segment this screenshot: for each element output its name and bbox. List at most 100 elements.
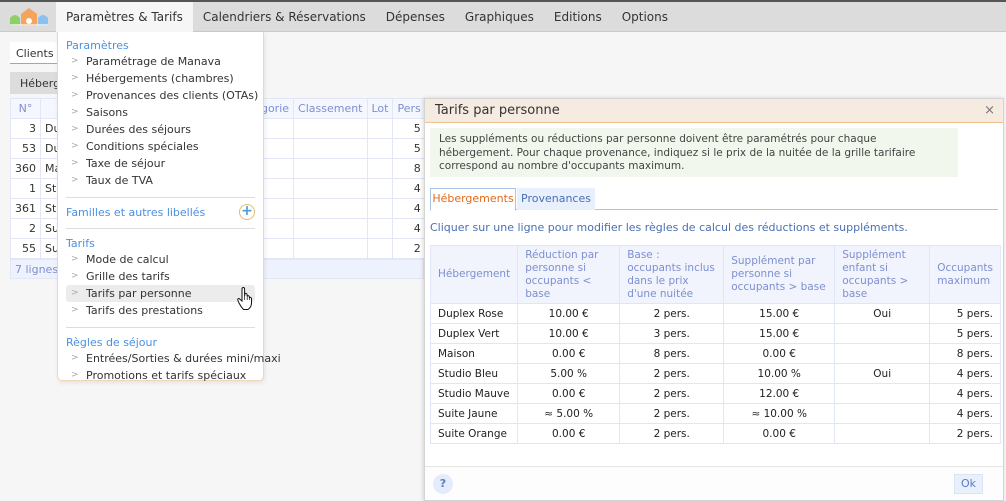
menu-options[interactable]: Options: [612, 2, 678, 32]
cell-base: 8 pers.: [619, 343, 725, 364]
menu-item-tarifs-prestations[interactable]: > Tarifs des prestations: [66, 302, 255, 319]
cell-reduction: ≈ 5.00 %: [517, 403, 621, 424]
cell-base: 2 pers.: [619, 383, 725, 404]
menu-editions[interactable]: Editions: [544, 2, 612, 32]
info-message: Les suppléments ou réductions par person…: [430, 128, 958, 177]
dialog-tabs: Hébergements Provenances: [430, 188, 998, 211]
add-plus-icon[interactable]: +: [239, 204, 255, 220]
cell-base: 2 pers.: [619, 303, 725, 324]
menu-depenses[interactable]: Dépenses: [376, 2, 455, 32]
cell-reduction: 0.00 €: [517, 423, 621, 444]
section-familles[interactable]: Familles et autres libellés: [66, 205, 255, 220]
menu-item-provenances[interactable]: > Provenances des clients (OTAs): [66, 87, 258, 104]
cell-hebergement: Suite Orange: [429, 423, 519, 444]
chevron-right-icon: >: [71, 175, 79, 185]
tab-hebergements[interactable]: Hébergements: [430, 188, 516, 211]
menu-item-saisons[interactable]: > Saisons: [66, 104, 255, 121]
menu-item-taxe-sejour[interactable]: > Taxe de séjour: [66, 155, 255, 172]
tarif-row[interactable]: Studio Bleu 5.00 % 2 pers. 10.00 % Oui 4 pers…: [429, 363, 1002, 384]
col-num[interactable]: N°: [10, 98, 41, 119]
col-pers[interactable]: Pers: [392, 98, 426, 119]
cell-base: 2 pers.: [619, 363, 725, 384]
tarif-row[interactable]: Suite Orange 0.00 €2 pers. 0.00 €2 pers.: [429, 423, 1002, 444]
help-button[interactable]: ?: [433, 474, 453, 494]
row-pers: 4: [392, 218, 426, 239]
divider: [66, 197, 255, 198]
manava-logo-icon[interactable]: [8, 6, 50, 28]
cell-occupants-max: 4 pers.: [929, 363, 1002, 384]
cell-supplement-enfant: [834, 423, 931, 444]
ok-button[interactable]: Ok: [954, 474, 983, 494]
section-parametres: Paramètres: [66, 39, 129, 52]
cell-supplement: 12.00 €: [723, 383, 836, 404]
menu-item-grille-tarifs[interactable]: > Grille des tarifs: [66, 268, 255, 285]
row-pers: 5: [392, 118, 426, 139]
cell-hebergement: Suite Jaune: [429, 403, 519, 424]
row-pers: 4: [392, 198, 426, 219]
cell-hebergement: Maison: [429, 343, 519, 364]
parametres-tarifs-dropdown: Paramètres > Paramétrage de Manava > Héber…: [57, 32, 281, 384]
chevron-right-icon: >: [71, 90, 79, 100]
cell-occupants-max: 4 pers.: [929, 403, 1002, 424]
row-pers: 5: [392, 138, 426, 159]
cell-reduction: 0.00 €: [517, 343, 621, 364]
col-supplement-enfant: Supplément enfant si occupants > base: [834, 245, 931, 304]
menu-item-conditions-speciales[interactable]: > Conditions spéciales: [66, 138, 255, 155]
menu-item-entrees-sorties[interactable]: > Entrées/Sorties & durées mini/maxi: [66, 350, 281, 367]
cell-hebergement: Duplex Vert: [429, 323, 519, 344]
tarifs-table: Hébergement Réduction par personne si oc…: [429, 245, 1002, 444]
cell-supplement: 15.00 €: [723, 323, 836, 344]
col-reduction: Réduction par personne si occupants < ba…: [517, 245, 621, 304]
menu-item-hebergements[interactable]: > Hébergements (chambres): [66, 70, 255, 87]
menu-item-durees-sejours[interactable]: > Durées des séjours: [66, 121, 255, 138]
chevron-right-icon: >: [71, 56, 79, 66]
familles-row: Familles et autres libellés +: [66, 204, 255, 220]
tab-provenances[interactable]: Provenances: [517, 188, 595, 210]
menu-item-promotions[interactable]: > Promotions et tarifs spéciaux: [66, 367, 255, 384]
cell-occupants-max: 2 pers.: [929, 423, 1002, 444]
row-num: 1: [10, 178, 41, 199]
cell-base: 2 pers.: [619, 403, 725, 424]
close-icon[interactable]: ×: [984, 99, 995, 123]
menu-calendriers-reservations[interactable]: Calendriers & Réservations: [193, 2, 376, 32]
cell-occupants-max: 5 pers.: [929, 323, 1002, 344]
chevron-right-icon: >: [71, 107, 79, 117]
menu-item-parametrage[interactable]: > Paramétrage de Manava: [66, 53, 255, 70]
cell-hebergement: Studio Mauve: [429, 383, 519, 404]
chevron-right-icon: >: [71, 141, 79, 151]
menu-item-mode-calcul[interactable]: > Mode de calcul: [66, 251, 255, 268]
dialog-footer: ? Ok: [425, 466, 1003, 500]
menu-item-tarifs-par-personne[interactable]: > Tarifs par personne: [66, 285, 255, 302]
cell-supplement-enfant: Oui: [834, 363, 931, 384]
cell-supplement-enfant: Oui: [834, 303, 931, 324]
chevron-right-icon: >: [71, 288, 79, 298]
chevron-right-icon: >: [71, 271, 79, 281]
cell-reduction: 10.00 €: [517, 303, 621, 324]
menu-parametres-tarifs[interactable]: Paramètres & Tarifs: [56, 2, 193, 32]
cell-supplement: 0.00 €: [723, 343, 836, 364]
menu-graphiques[interactable]: Graphiques: [455, 2, 544, 32]
divider: [66, 327, 255, 328]
cell-supplement-enfant: [834, 403, 931, 424]
chevron-right-icon: >: [71, 254, 79, 264]
col-lot[interactable]: Lot: [366, 98, 394, 119]
col-classement[interactable]: Classement: [293, 98, 368, 119]
chevron-right-icon: >: [71, 305, 79, 315]
row-num: 3: [10, 118, 41, 139]
tarifs-par-personne-dialog: Tarifs par personne × Les suppléments ou…: [424, 98, 1004, 501]
menu-item-taux-tva[interactable]: > Taux de TVA: [66, 172, 255, 189]
tarif-row[interactable]: Duplex Rose 10.00 €2 pers. 15.00 € Oui 5 per…: [429, 303, 1002, 324]
tarif-row[interactable]: Maison 0.00 €8 pers. 0.00 €8 pers.: [429, 343, 1002, 364]
cell-base: 2 pers.: [619, 423, 725, 444]
col-hebergement: Hébergement: [429, 245, 519, 304]
tarif-row[interactable]: Duplex Vert 10.00 €3 pers. 15.00 € 5 pers.: [429, 323, 1002, 344]
tarif-row[interactable]: Suite Jaune ≈ 5.00 % 2 pers. ≈ 10.00 % 4 per…: [429, 403, 1002, 424]
col-supplement: Supplément par personne si occupants > b…: [723, 245, 836, 304]
chevron-right-icon: >: [71, 73, 79, 83]
top-menu-bar: Paramètres & Tarifs Calendriers & Réserv…: [0, 0, 1006, 32]
row-pers: 2: [392, 238, 426, 259]
tarif-row[interactable]: Studio Mauve 0.00 €2 pers. 12.00 € 4 pers.: [429, 383, 1002, 404]
cell-supplement: 10.00 %: [723, 363, 836, 384]
cell-occupants-max: 5 pers.: [929, 303, 1002, 324]
row-pers: 4: [392, 178, 426, 199]
